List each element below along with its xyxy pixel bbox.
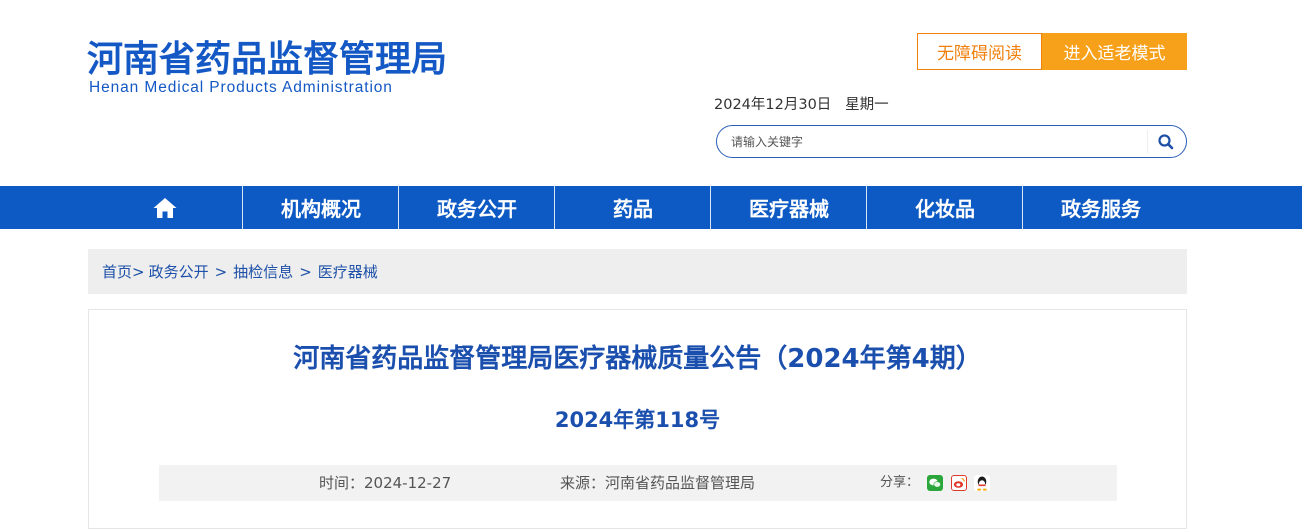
article-source: 来源：河南省药品监督管理局: [560, 474, 756, 492]
article-meta-bar: 时间：2024-12-27 来源：河南省药品监督管理局 分享：: [159, 465, 1117, 501]
breadcrumb: 首页> 政务公开 > 抽检信息 > 医疗器械: [88, 249, 1187, 294]
elder-mode-button[interactable]: 进入适老模式: [1042, 33, 1187, 70]
breadcrumb-medical-devices[interactable]: 医疗器械: [318, 261, 378, 282]
home-icon: [153, 197, 177, 218]
nav-item-government-services[interactable]: 政务服务: [1023, 186, 1179, 229]
site-header: 河南省药品监督管理局 Henan Medical Products Admini…: [0, 0, 1302, 186]
qq-share-icon[interactable]: [974, 475, 990, 491]
breadcrumb-government-affairs[interactable]: 政务公开: [149, 261, 209, 282]
nav-item-drugs[interactable]: 药品: [555, 186, 711, 229]
nav-item-organization[interactable]: 机构概况: [243, 186, 399, 229]
nav-item-government-affairs[interactable]: 政务公开: [399, 186, 555, 229]
wechat-share-icon[interactable]: [927, 475, 943, 491]
article-panel: 河南省药品监督管理局医疗器械质量公告（2024年第4期） 2024年第118号 …: [88, 309, 1187, 529]
current-date: 2024年12月30日 星期一: [714, 97, 889, 113]
accessibility-reading-button[interactable]: 无障碍阅读: [917, 33, 1042, 70]
nav-item-medical-devices[interactable]: 医疗器械: [711, 186, 867, 229]
share-label: 分享：: [880, 475, 920, 490]
site-logo-chinese[interactable]: 河南省药品监督管理局: [87, 40, 447, 80]
search-input[interactable]: [731, 132, 1141, 152]
weibo-share-icon[interactable]: [951, 475, 967, 491]
search-bar: [716, 125, 1187, 158]
nav-item-cosmetics[interactable]: 化妆品: [867, 186, 1023, 229]
publish-time: 时间：2024-12-27: [319, 474, 452, 492]
breadcrumb-inspection-info[interactable]: 抽检信息: [233, 261, 293, 282]
breadcrumb-home[interactable]: 首页>: [102, 261, 145, 282]
breadcrumb-separator: >: [299, 262, 312, 281]
document-number: 2024年第118号: [554, 408, 721, 432]
main-nav: 机构概况 政务公开 药品 医疗器械 化妆品 政务服务: [0, 186, 1302, 229]
article-title: 河南省药品监督管理局医疗器械质量公告（2024年第4期）: [293, 344, 982, 374]
search-button[interactable]: [1154, 131, 1178, 153]
site-logo-english[interactable]: Henan Medical Products Administration: [89, 79, 393, 97]
search-icon: [1158, 134, 1174, 150]
nav-home[interactable]: [87, 186, 243, 229]
breadcrumb-separator: >: [214, 262, 228, 281]
search-divider: [1147, 130, 1148, 153]
